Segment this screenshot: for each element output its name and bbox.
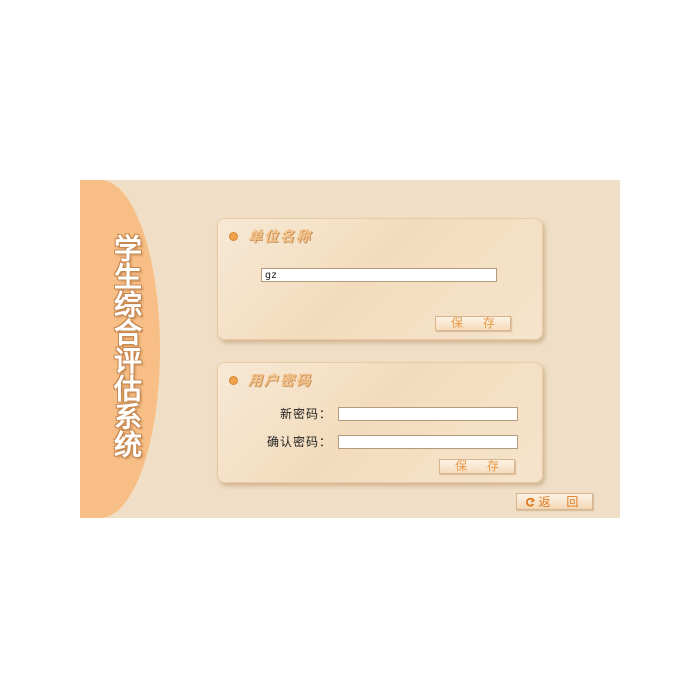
bullet-icon xyxy=(229,231,238,241)
app-window: 学生综合评估系统 单位名称 保 存 用户密码 新密码： 确认密码： 保 存 返 … xyxy=(80,180,620,518)
side-banner: 学生综合评估系统 xyxy=(80,180,160,518)
back-button-label: 返 回 xyxy=(538,495,585,509)
back-button[interactable]: 返 回 xyxy=(516,493,593,510)
new-password-row: 新密码： xyxy=(227,405,518,422)
password-panel-header: 用户密码 xyxy=(229,370,312,390)
unit-panel-title: 单位名称 xyxy=(248,229,312,245)
save-password-button[interactable]: 保 存 xyxy=(439,459,515,474)
app-title: 学生综合评估系统 xyxy=(110,234,143,458)
confirm-password-row: 确认密码： xyxy=(227,433,518,450)
password-panel-title: 用户密码 xyxy=(248,373,312,389)
back-arrow-icon xyxy=(525,497,535,507)
password-panel: 用户密码 新密码： 确认密码： 保 存 xyxy=(217,362,543,483)
new-password-label: 新密码： xyxy=(279,407,332,421)
bullet-icon xyxy=(229,375,238,385)
unit-name-input[interactable] xyxy=(261,268,497,282)
save-unit-button[interactable]: 保 存 xyxy=(435,316,511,331)
unit-name-panel: 单位名称 保 存 xyxy=(217,218,543,340)
confirm-password-input[interactable] xyxy=(338,434,518,449)
confirm-password-label: 确认密码： xyxy=(266,435,332,449)
new-password-input[interactable] xyxy=(338,406,518,421)
unit-panel-header: 单位名称 xyxy=(229,226,312,246)
